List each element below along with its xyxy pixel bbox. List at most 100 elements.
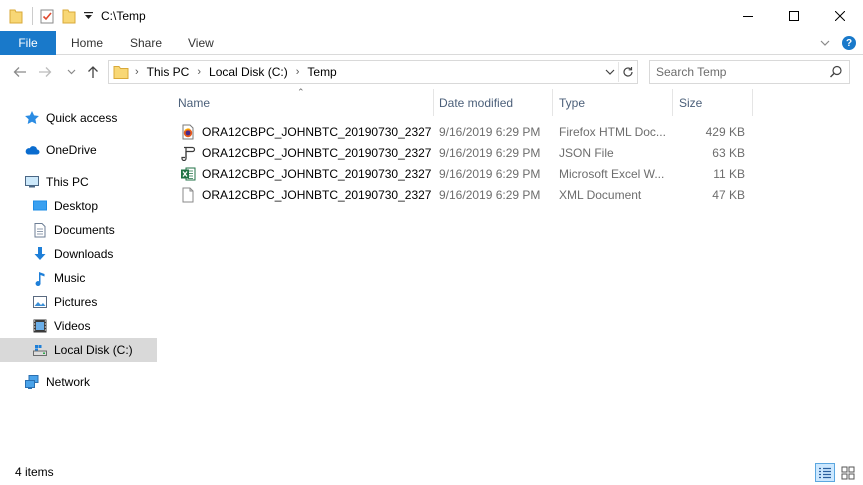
drive-icon: [32, 342, 48, 358]
sidebar-item-local-disk[interactable]: Local Disk (C:): [0, 338, 157, 362]
close-icon: [835, 10, 845, 21]
new-folder-icon[interactable]: [61, 8, 77, 24]
sidebar-item-label: This PC: [46, 175, 89, 189]
tab-view[interactable]: View: [188, 31, 214, 55]
table-row[interactable]: ORA12CBPC_JOHNBTC_20190730_232728... 9/1…: [160, 142, 760, 163]
sidebar-item-label: Downloads: [54, 247, 114, 261]
sidebar-item-label: Quick access: [46, 111, 118, 125]
file-name: ORA12CBPC_JOHNBTC_20190730_232728...: [202, 124, 432, 139]
search-icon[interactable]: [829, 65, 843, 79]
arrow-left-icon: [13, 67, 26, 77]
expand-ribbon-button[interactable]: [817, 35, 833, 51]
file-size-cell: 63 KB: [712, 145, 745, 160]
xml-file-icon: [180, 187, 196, 203]
navigation-pane: Quick access OneDrive This PC Desktop Do…: [0, 89, 160, 460]
sidebar-item-pictures[interactable]: Pictures: [0, 290, 157, 314]
address-history-button[interactable]: [603, 65, 617, 79]
file-date-cell: 9/16/2019 6:29 PM: [439, 124, 541, 139]
folder-icon: [113, 66, 129, 79]
up-button[interactable]: [84, 64, 102, 80]
firefox-html-icon: [180, 124, 196, 140]
help-icon: ?: [842, 36, 856, 50]
large-icons-view-button[interactable]: [838, 463, 858, 482]
file-type-cell: Firefox HTML Doc...: [559, 124, 666, 139]
cloud-icon: [24, 142, 40, 158]
sidebar-item-label: Music: [54, 271, 86, 285]
sidebar-item-label: Local Disk (C:): [54, 343, 133, 357]
breadcrumb-local-disk[interactable]: Local Disk (C:): [209, 65, 288, 79]
recent-locations-button[interactable]: [62, 64, 80, 80]
status-bar: 4 items: [0, 460, 863, 485]
sidebar-item-label: Videos: [54, 319, 91, 333]
sidebar-item-label: Desktop: [54, 199, 99, 213]
file-list: ⌃ Name Date modified Type Size ORA12CBPC…: [160, 87, 863, 460]
maximize-button[interactable]: [771, 0, 817, 31]
sidebar-item-label: OneDrive: [46, 143, 97, 157]
sidebar-item-this-pc[interactable]: This PC: [0, 170, 157, 194]
breadcrumb-temp[interactable]: Temp: [307, 65, 336, 79]
downloads-icon: [32, 246, 48, 262]
sidebar-item-quick-access[interactable]: Quick access: [0, 106, 157, 130]
file-name-cell: ORA12CBPC_JOHNBTC_20190730_232728...: [180, 184, 432, 205]
refresh-icon: [622, 67, 633, 77]
column-header-type[interactable]: Type: [552, 89, 672, 116]
table-row[interactable]: ORA12CBPC_JOHNBTC_20190730_232728... 9/1…: [160, 121, 760, 142]
file-type-cell: XML Document: [559, 187, 642, 202]
chevron-down-icon: [820, 40, 830, 46]
file-date-cell: 9/16/2019 6:29 PM: [439, 145, 541, 160]
address-bar[interactable]: › This PC › Local Disk (C:) › Temp: [108, 60, 638, 84]
file-date-cell: 9/16/2019 6:29 PM: [439, 187, 541, 202]
file-size-cell: 47 KB: [712, 187, 745, 202]
sidebar-item-network[interactable]: Network: [0, 370, 157, 394]
chevron-down-icon: [67, 69, 75, 75]
column-header-size[interactable]: Size: [672, 89, 752, 116]
breadcrumb-chevron-icon[interactable]: ›: [296, 66, 300, 78]
file-size-cell: 429 KB: [705, 124, 745, 139]
arrow-right-icon: [39, 67, 52, 77]
sidebar-item-label: Pictures: [54, 295, 98, 309]
search-box[interactable]: [649, 60, 850, 84]
column-divider[interactable]: [752, 89, 753, 116]
forward-button[interactable]: [36, 64, 54, 80]
back-button[interactable]: [11, 64, 29, 80]
sidebar-item-downloads[interactable]: Downloads: [0, 242, 157, 266]
file-date-cell: 9/16/2019 6:29 PM: [439, 166, 541, 181]
breadcrumb-chevron-icon[interactable]: ›: [135, 66, 139, 78]
minimize-button[interactable]: [725, 0, 771, 31]
documents-icon: [32, 222, 48, 238]
window-title: C:\Temp: [101, 8, 146, 23]
table-row[interactable]: ORA12CBPC_JOHNBTC_20190730_232728... 9/1…: [160, 184, 760, 205]
column-header-date-modified[interactable]: Date modified: [432, 89, 552, 116]
ribbon: File Home Share View ?: [0, 31, 863, 55]
column-header-name[interactable]: Name: [171, 89, 433, 116]
tab-share[interactable]: Share: [130, 31, 162, 55]
search-input[interactable]: [650, 65, 820, 79]
tab-home[interactable]: Home: [71, 31, 103, 55]
network-icon: [24, 374, 40, 390]
json-file-icon: [180, 145, 196, 161]
computer-icon: [24, 174, 40, 190]
refresh-button[interactable]: [618, 62, 636, 82]
folder-icon: [8, 8, 24, 24]
properties-icon[interactable]: [39, 8, 55, 24]
customize-toolbar-icon[interactable]: [83, 8, 93, 24]
details-view-button[interactable]: [815, 463, 835, 482]
close-button[interactable]: [817, 0, 863, 31]
help-button[interactable]: ?: [841, 35, 857, 51]
maximize-icon: [789, 10, 799, 21]
quick-access-toolbar: C:\Temp: [0, 0, 146, 31]
sidebar-item-onedrive[interactable]: OneDrive: [0, 138, 157, 162]
sidebar-item-music[interactable]: Music: [0, 266, 157, 290]
large-icons-view-icon: [841, 466, 855, 479]
table-row[interactable]: ORA12CBPC_JOHNBTC_20190730_232728... 9/1…: [160, 163, 760, 184]
sidebar-item-desktop[interactable]: Desktop: [0, 194, 157, 218]
file-name-cell: ORA12CBPC_JOHNBTC_20190730_232728...: [180, 121, 432, 142]
tab-file[interactable]: File: [0, 31, 56, 55]
file-name: ORA12CBPC_JOHNBTC_20190730_232728...: [202, 145, 432, 160]
sidebar-item-documents[interactable]: Documents: [0, 218, 157, 242]
breadcrumb-this-pc[interactable]: This PC: [147, 65, 190, 79]
breadcrumb-chevron-icon[interactable]: ›: [197, 66, 201, 78]
videos-icon: [32, 318, 48, 334]
sidebar-item-videos[interactable]: Videos: [0, 314, 157, 338]
file-name: ORA12CBPC_JOHNBTC_20190730_232728...: [202, 166, 432, 181]
